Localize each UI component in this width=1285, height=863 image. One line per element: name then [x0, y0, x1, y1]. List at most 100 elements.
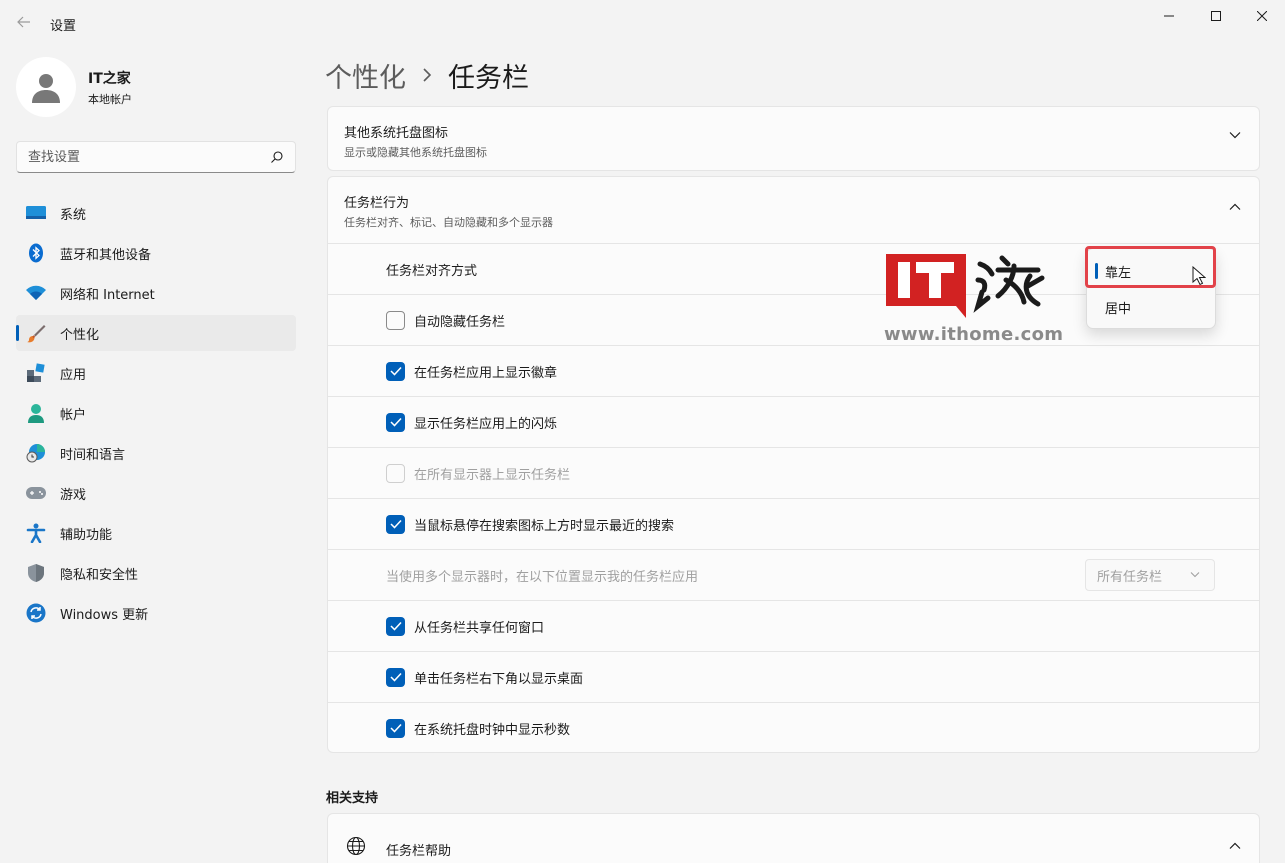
- globe-clock-icon: [26, 443, 46, 463]
- back-arrow-icon[interactable]: [12, 12, 36, 36]
- card-title: 其他系统托盘图标: [344, 126, 449, 141]
- related-support-heading: 相关支持: [326, 791, 379, 806]
- breadcrumb: 个性化 任务栏: [325, 56, 529, 95]
- sidebar-item-label: 时间和语言: [60, 447, 126, 463]
- checkbox-disabled: [386, 463, 405, 483]
- checkbox-checked[interactable]: [386, 616, 405, 636]
- dropdown-value: 所有任务栏: [1097, 569, 1163, 585]
- maximize-button[interactable]: [1193, 0, 1239, 32]
- option-row-clock-seconds[interactable]: 在系统托盘时钟中显示秒数: [328, 702, 1259, 753]
- taskbar-behaviors-header[interactable]: 任务栏行为 任务栏对齐、标记、自动隐藏和多个显示器: [328, 177, 1259, 243]
- chevron-up-icon[interactable]: [1229, 203, 1241, 211]
- option-label: 自动隐藏任务栏: [414, 314, 506, 330]
- sidebar-item-label: 网络和 Internet: [60, 287, 155, 303]
- user-avatar-icon: [32, 74, 60, 103]
- option-row-show-desktop[interactable]: 单击任务栏右下角以显示桌面: [328, 651, 1259, 702]
- watermark-url: www.ithome.com: [884, 324, 1064, 345]
- option-label: 从任务栏共享任何窗口: [414, 620, 545, 636]
- ithome-watermark: www.ithome.com: [884, 250, 1063, 350]
- sidebar-item-label: 蓝牙和其他设备: [60, 247, 152, 263]
- checkmark-icon: [389, 621, 402, 631]
- card-subtitle: 任务栏对齐、标记、自动隐藏和多个显示器: [344, 216, 553, 229]
- option-label: 显示任务栏应用上的闪烁: [414, 416, 558, 432]
- bluetooth-icon: [26, 243, 46, 263]
- checkbox-checked[interactable]: [386, 718, 405, 738]
- chevron-up-icon[interactable]: [1229, 842, 1241, 850]
- sidebar-item-label: 系统: [60, 207, 87, 223]
- update-icon: [26, 603, 46, 623]
- sidebar-item-label: 游戏: [60, 487, 87, 503]
- option-label: 在系统托盘时钟中显示秒数: [414, 722, 571, 738]
- shield-icon: [26, 563, 46, 583]
- taskbar-help-label: 任务栏帮助: [386, 844, 452, 859]
- checkmark-icon: [389, 519, 402, 529]
- card-subtitle: 显示或隐藏其他系统托盘图标: [344, 146, 487, 159]
- option-row-flashing[interactable]: 显示任务栏应用上的闪烁: [328, 396, 1259, 447]
- alignment-option-center[interactable]: 居中: [1091, 289, 1211, 325]
- checkbox-checked[interactable]: [386, 514, 405, 534]
- option-row-badges[interactable]: 在任务栏应用上显示徽章: [328, 345, 1259, 396]
- sidebar-item-time-language[interactable]: 时间和语言: [16, 435, 296, 471]
- search-input[interactable]: [17, 142, 257, 172]
- search-box[interactable]: [16, 141, 296, 173]
- chevron-down-icon: [1190, 572, 1200, 578]
- multi-display-dropdown: 所有任务栏: [1085, 559, 1215, 591]
- title-bar: 设置: [0, 0, 1285, 48]
- sidebar-item-accessibility[interactable]: 辅助功能: [16, 515, 296, 551]
- sidebar-item-label: 帐户: [60, 407, 87, 423]
- account-icon: [26, 403, 46, 423]
- taskbar-help-card[interactable]: 任务栏帮助: [327, 813, 1260, 863]
- sidebar-item-label: 应用: [60, 367, 87, 383]
- sidebar-item-accounts[interactable]: 帐户: [16, 395, 296, 431]
- globe-icon: [346, 836, 366, 856]
- option-row-share-window[interactable]: 从任务栏共享任何窗口: [328, 600, 1259, 651]
- checkmark-icon: [389, 723, 402, 733]
- sidebar-item-label: 辅助功能: [60, 527, 113, 543]
- sidebar-item-label: 个性化: [60, 327, 100, 343]
- sidebar-item-gaming[interactable]: 游戏: [16, 475, 296, 511]
- alignment-label: 任务栏对齐方式: [386, 263, 478, 279]
- option-label: 当鼠标悬停在搜索图标上方时显示最近的搜索: [414, 518, 675, 534]
- sidebar-item-system[interactable]: 系统: [16, 195, 296, 231]
- checkmark-icon: [389, 366, 402, 376]
- checkmark-icon: [389, 417, 402, 427]
- sidebar-nav: 系统 蓝牙和其他设备 网络和 Internet 个性化 应用 帐户 时间和语言 …: [16, 195, 296, 635]
- sidebar-item-apps[interactable]: 应用: [16, 355, 296, 391]
- checkbox-unchecked[interactable]: [386, 310, 405, 330]
- brush-icon: [26, 323, 46, 343]
- breadcrumb-parent[interactable]: 个性化: [325, 56, 406, 95]
- card-title: 任务栏行为: [344, 196, 410, 211]
- sidebar-item-bluetooth[interactable]: 蓝牙和其他设备: [16, 235, 296, 271]
- multi-display-label: 当使用多个显示器时，在以下位置显示我的任务栏应用: [386, 569, 699, 585]
- search-icon[interactable]: [270, 150, 284, 164]
- profile-name: IT之家: [88, 70, 131, 87]
- gamepad-icon: [26, 483, 46, 503]
- checkbox-checked[interactable]: [386, 361, 405, 381]
- checkmark-icon: [389, 672, 402, 682]
- option-label: 在所有显示器上显示任务栏: [414, 467, 571, 483]
- sidebar-item-label: Windows 更新: [60, 607, 149, 623]
- profile-account-type: 本地帐户: [88, 92, 132, 106]
- accessibility-icon: [26, 523, 46, 543]
- sidebar-item-personalization[interactable]: 个性化: [16, 315, 296, 351]
- sidebar-item-network[interactable]: 网络和 Internet: [16, 275, 296, 311]
- minimize-button[interactable]: [1146, 0, 1192, 32]
- avatar: [16, 57, 76, 117]
- window-title: 设置: [50, 19, 77, 34]
- option-row-recent-searches[interactable]: 当鼠标悬停在搜索图标上方时显示最近的搜索: [328, 498, 1259, 549]
- option-row-all-displays: 在所有显示器上显示任务栏: [328, 447, 1259, 498]
- option-text: 居中: [1105, 301, 1132, 317]
- page-title: 任务栏: [448, 63, 529, 94]
- chevron-down-icon[interactable]: [1229, 131, 1241, 139]
- close-button[interactable]: [1239, 0, 1285, 32]
- option-label: 在任务栏应用上显示徽章: [414, 365, 558, 381]
- checkbox-checked[interactable]: [386, 412, 405, 432]
- sidebar-item-windows-update[interactable]: Windows 更新: [16, 595, 296, 631]
- ithome-logo: [886, 254, 1045, 318]
- sidebar-item-privacy[interactable]: 隐私和安全性: [16, 555, 296, 591]
- system-icon: [26, 203, 46, 223]
- user-profile[interactable]: IT之家 本地帐户: [16, 57, 132, 117]
- checkbox-checked[interactable]: [386, 667, 405, 687]
- tray-icons-card[interactable]: 其他系统托盘图标 显示或隐藏其他系统托盘图标: [327, 106, 1260, 171]
- sidebar-item-label: 隐私和安全性: [60, 567, 139, 583]
